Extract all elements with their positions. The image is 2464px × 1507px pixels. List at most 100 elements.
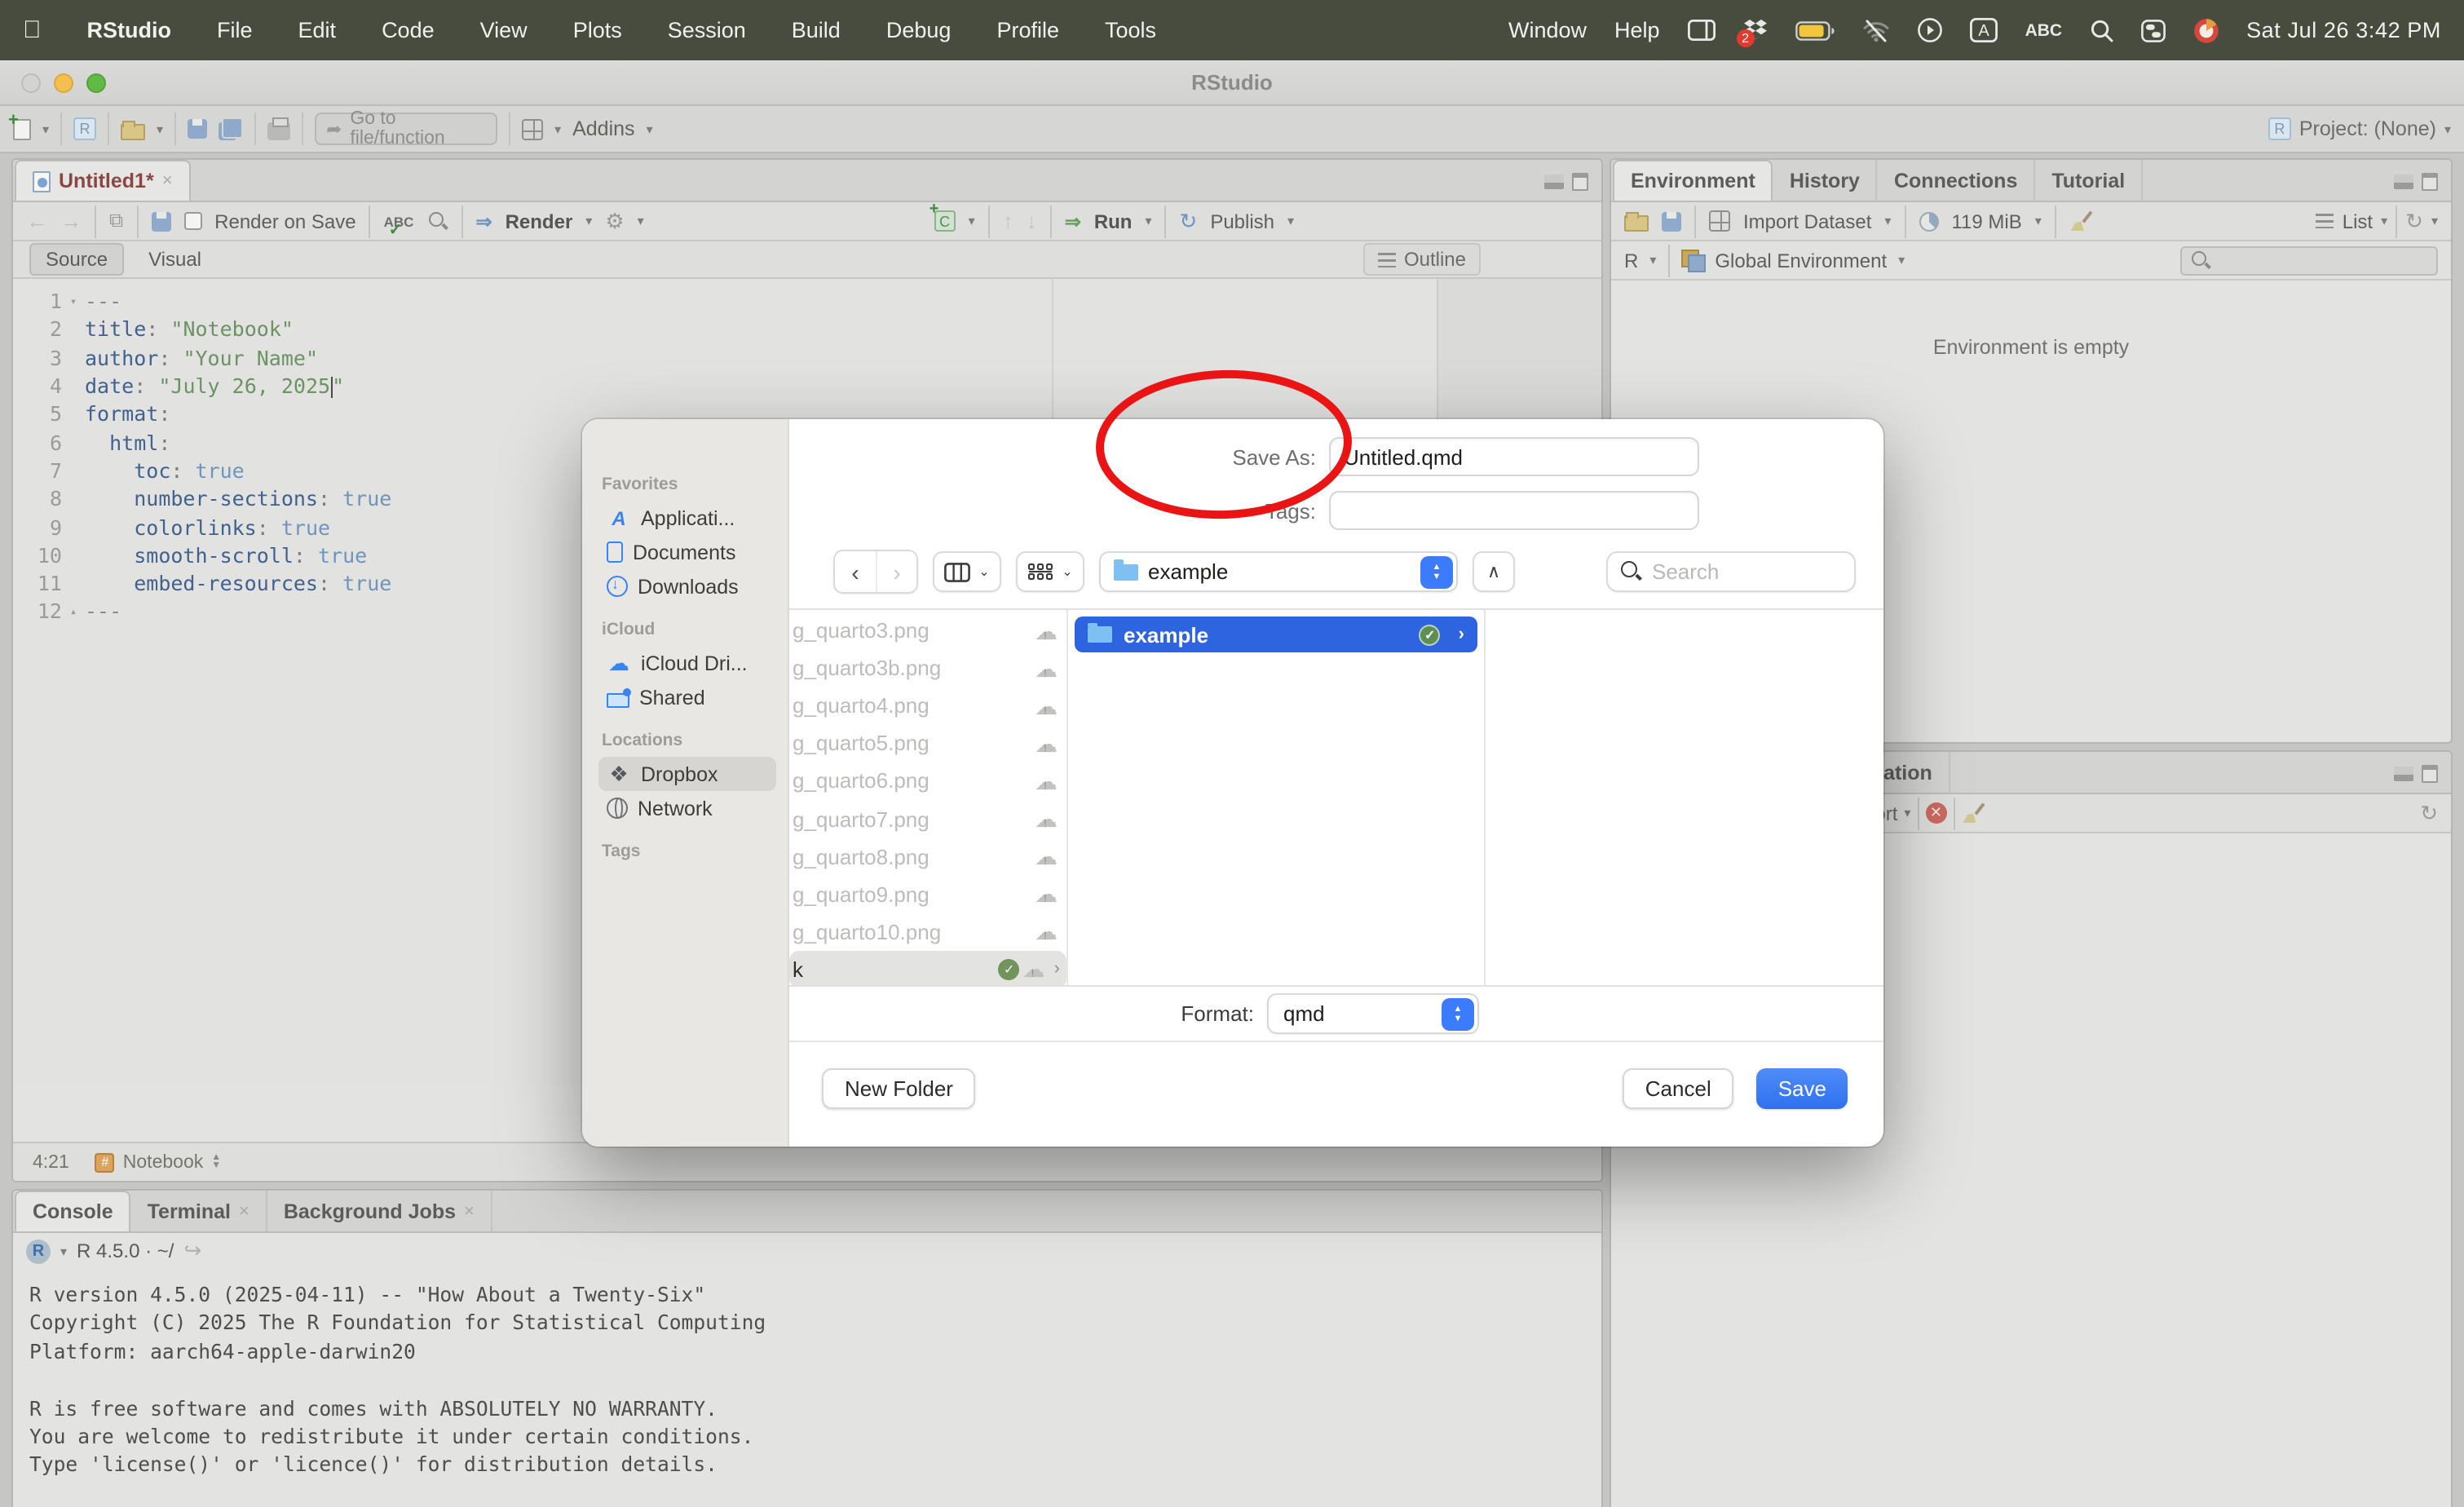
scope-dropdown[interactable]: ▾ bbox=[1898, 253, 1905, 267]
sidebar-item-applicati[interactable]: Applicati... bbox=[598, 501, 776, 535]
new-file-dropdown[interactable]: ▾ bbox=[42, 122, 49, 136]
menu-debug[interactable]: Debug bbox=[886, 18, 952, 42]
insert-chunk-icon[interactable]: C bbox=[934, 210, 956, 232]
fold-marker-icon[interactable]: ▾ bbox=[62, 294, 85, 307]
maximize-pane-icon[interactable] bbox=[2422, 173, 2438, 191]
clear-environment-broom-icon[interactable] bbox=[2069, 210, 2092, 232]
environment-scope-selector[interactable]: Global Environment bbox=[1715, 249, 1887, 272]
dropbox-status-icon[interactable]: 2 bbox=[1743, 19, 1768, 42]
browser-app-icon[interactable] bbox=[2192, 17, 2219, 43]
insert-chunk-dropdown[interactable]: ▾ bbox=[969, 214, 975, 228]
render-dropdown[interactable]: ▾ bbox=[585, 214, 592, 228]
popout-icon[interactable]: ⧉ bbox=[109, 209, 123, 233]
menu-edit[interactable]: Edit bbox=[298, 18, 337, 42]
render-on-save-checkbox[interactable] bbox=[183, 212, 201, 230]
back-icon[interactable]: ← bbox=[26, 209, 47, 233]
remove-viewer-icon[interactable]: ✕ bbox=[1925, 802, 1946, 824]
menu-plots[interactable]: Plots bbox=[573, 18, 622, 42]
sidebar-item-shared[interactable]: Shared bbox=[598, 680, 776, 714]
nav-forward-button[interactable]: › bbox=[876, 551, 916, 592]
parent-folder-button[interactable]: ∧ bbox=[1473, 551, 1515, 592]
save-workspace-icon[interactable] bbox=[1662, 211, 1681, 231]
file-row[interactable]: g_quarto7.png☁ bbox=[789, 800, 1066, 837]
run-next-icon[interactable]: ↓ bbox=[1027, 209, 1037, 233]
find-replace-icon[interactable] bbox=[426, 210, 448, 232]
refresh-viewer-icon[interactable]: ↻ bbox=[2420, 800, 2438, 826]
new-project-icon[interactable]: R bbox=[73, 117, 96, 140]
nav-back-button[interactable]: ‹ bbox=[835, 551, 876, 592]
file-row[interactable]: g_quarto3b.png☁ bbox=[789, 649, 1066, 687]
file-row[interactable]: g_quarto3.png☁ bbox=[789, 612, 1066, 649]
save-as-input[interactable]: Untitled.qmd bbox=[1329, 437, 1699, 476]
tab-connections[interactable]: Connections bbox=[1878, 160, 2035, 201]
run-button[interactable]: Run bbox=[1094, 210, 1133, 232]
menu-clock[interactable]: Sat Jul 26 3:42 PM bbox=[2246, 18, 2441, 42]
memory-dropdown[interactable]: ▾ bbox=[2035, 214, 2042, 228]
display-sidebar-icon[interactable] bbox=[1688, 20, 1716, 41]
wifi-off-icon[interactable] bbox=[1862, 19, 1890, 42]
render-button[interactable]: Render bbox=[506, 210, 573, 232]
file-row[interactable]: g_quarto5.png☁ bbox=[789, 725, 1066, 762]
export-dropdown[interactable]: ▾ bbox=[1904, 806, 1910, 820]
import-dataset-button[interactable]: Import Dataset bbox=[1743, 210, 1871, 232]
spotlight-icon[interactable] bbox=[2090, 19, 2113, 42]
tab-console[interactable]: Console bbox=[15, 1191, 131, 1231]
publish-button[interactable]: Publish bbox=[1210, 210, 1274, 232]
code-line[interactable]: 2title: "Notebook" bbox=[13, 316, 1601, 344]
gear-dropdown[interactable]: ▾ bbox=[638, 214, 644, 228]
fold-marker-icon[interactable]: ▴ bbox=[62, 605, 85, 618]
goto-file-function-box[interactable]: ➦ Go to file/function bbox=[315, 113, 497, 145]
tab-terminal[interactable]: Terminal× bbox=[131, 1191, 267, 1231]
sidebar-item-documents[interactable]: Documents bbox=[598, 535, 776, 569]
code-line[interactable]: 4date: "July 26, 2025" bbox=[13, 372, 1601, 400]
file-row[interactable]: g_quarto9.png☁ bbox=[789, 875, 1066, 913]
file-row[interactable]: g_quarto4.png☁ bbox=[789, 687, 1066, 724]
column-view-button[interactable]: ⌄ bbox=[933, 551, 1001, 592]
environment-search-box[interactable] bbox=[2180, 245, 2438, 275]
file-row[interactable]: g_quarto8.png☁ bbox=[789, 837, 1066, 875]
sidebar-item-icloud-dri[interactable]: iCloud Dri... bbox=[598, 646, 776, 680]
close-tab-icon[interactable]: × bbox=[464, 1201, 475, 1221]
menu-view[interactable]: View bbox=[480, 18, 528, 42]
list-view-dropdown[interactable]: ▾ bbox=[2381, 214, 2387, 228]
open-file-icon[interactable] bbox=[121, 123, 145, 139]
run-dropdown[interactable]: ▾ bbox=[1145, 214, 1151, 228]
save-doc-icon[interactable] bbox=[151, 211, 170, 231]
menu-help[interactable]: Help bbox=[1614, 18, 1660, 42]
minimize-pane-icon[interactable] bbox=[1544, 175, 1564, 189]
save-all-icon[interactable] bbox=[219, 117, 243, 140]
render-settings-gear-icon[interactable]: ⚙ bbox=[605, 208, 624, 234]
minimize-pane-icon[interactable] bbox=[2394, 175, 2413, 189]
sidebar-item-dropbox[interactable]: Dropbox bbox=[598, 757, 776, 791]
share-icon[interactable]: ↪ bbox=[183, 1238, 201, 1264]
maximize-pane-icon[interactable] bbox=[1572, 173, 1588, 191]
maximize-pane-icon[interactable] bbox=[2422, 765, 2438, 783]
run-previous-icon[interactable]: ↑ bbox=[1003, 209, 1013, 233]
clear-viewer-broom-icon[interactable] bbox=[1961, 802, 1984, 824]
save-icon[interactable] bbox=[188, 119, 207, 139]
battery-icon[interactable] bbox=[1795, 20, 1835, 40]
addins-button[interactable]: Addins bbox=[572, 117, 634, 140]
example-folder-row[interactable]: example ✓ › bbox=[1075, 616, 1477, 652]
import-dataset-dropdown[interactable]: ▾ bbox=[1884, 214, 1891, 228]
tab-untitled1[interactable]: Untitled1* × bbox=[15, 160, 191, 201]
file-row[interactable]: g_quarto6.png☁ bbox=[789, 762, 1066, 800]
open-recent-dropdown[interactable]: ▾ bbox=[157, 122, 163, 136]
sidebar-item-network[interactable]: Network bbox=[598, 791, 776, 825]
spellcheck-icon[interactable]: ABC bbox=[384, 213, 414, 229]
file-column-current[interactable]: example ✓ › bbox=[1068, 610, 1486, 985]
pane-layout-dropdown[interactable]: ▾ bbox=[554, 122, 561, 136]
format-select[interactable]: qmd ▲▼ bbox=[1267, 993, 1479, 1034]
menu-session[interactable]: Session bbox=[668, 18, 746, 42]
dialog-search-box[interactable]: Search bbox=[1606, 551, 1856, 592]
new-file-icon[interactable] bbox=[13, 118, 31, 139]
apple-menu-icon[interactable]:  bbox=[23, 16, 42, 44]
current-folder-select[interactable]: example ▲▼ bbox=[1099, 551, 1458, 592]
play-circle-icon[interactable] bbox=[1918, 18, 1942, 42]
visual-mode-button[interactable]: Visual bbox=[134, 245, 216, 274]
menu-code[interactable]: Code bbox=[382, 18, 435, 42]
minimize-pane-icon[interactable] bbox=[2394, 767, 2413, 781]
tab-tutorial[interactable]: Tutorial bbox=[2035, 160, 2143, 201]
console-output[interactable]: R version 4.5.0 (2025-04-11) -- "How Abo… bbox=[13, 1269, 1601, 1507]
refresh-environment-icon[interactable]: ↻ bbox=[2405, 208, 2423, 234]
